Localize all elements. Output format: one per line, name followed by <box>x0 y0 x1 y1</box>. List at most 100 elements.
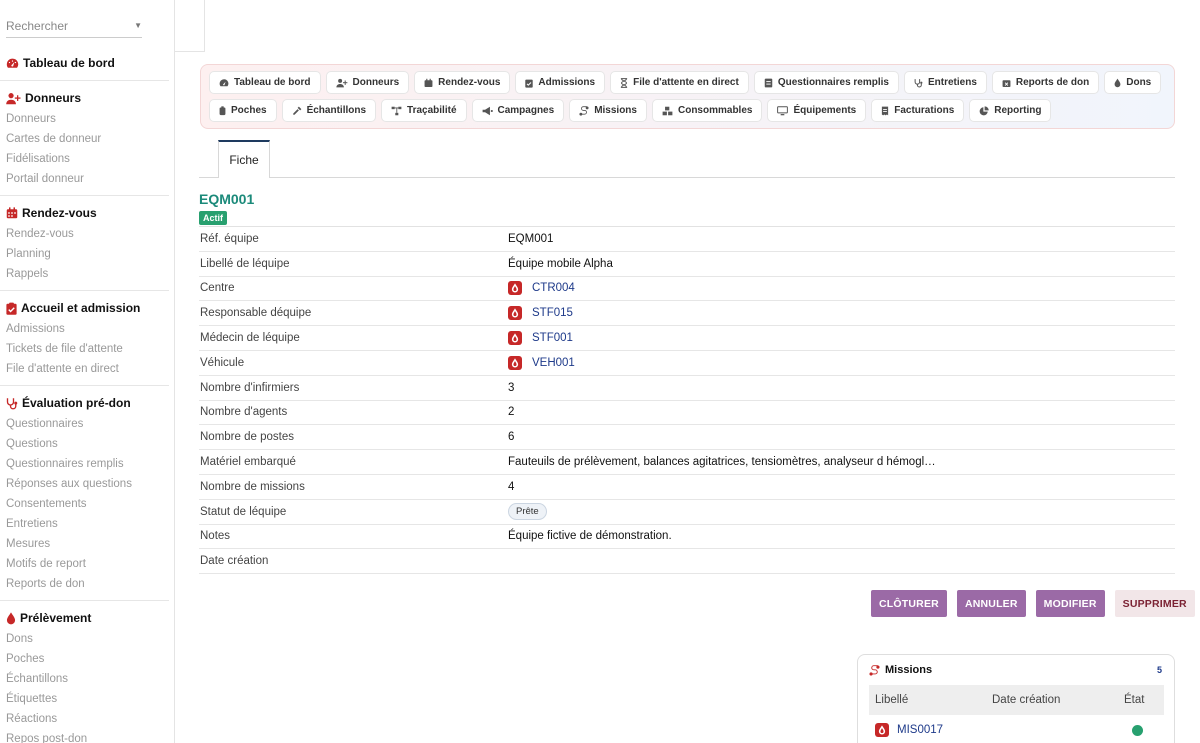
toolbar-button-tracabilite[interactable]: Traçabilité <box>381 99 467 122</box>
toolbar-button-entretiens[interactable]: Entretiens <box>903 71 987 94</box>
sitemap-icon <box>391 106 402 115</box>
toolbar-button-reports-de-don[interactable]: Reports de don <box>991 71 1100 94</box>
sidebar-item-rendez-vous[interactable]: Rendez-vous <box>0 224 174 244</box>
toolbar-button-reporting[interactable]: Reporting <box>969 99 1052 122</box>
status-pill: Prête <box>508 503 547 521</box>
toolbar-button-label: Admissions <box>538 77 596 88</box>
sidebar-item-fidelisations[interactable]: Fidélisations <box>0 149 174 169</box>
sidebar-item-motifs-de-report[interactable]: Motifs de report <box>0 554 174 574</box>
sidebar-item-reponses[interactable]: Réponses aux questions <box>0 474 174 494</box>
field-label: Nombre d'infirmiers <box>200 381 300 394</box>
stethoscope-icon <box>914 78 923 87</box>
toolbar-button-dons[interactable]: Dons <box>1104 71 1162 94</box>
column-header-date-creation[interactable]: Date création <box>992 694 1124 706</box>
toolbar-button-consommables[interactable]: Consommables <box>651 99 763 122</box>
search-select[interactable]: Rechercher ▼ <box>6 14 142 38</box>
modifier-button[interactable]: MODIFIER <box>1035 590 1105 617</box>
reference-link[interactable]: STF001 <box>532 332 573 344</box>
detail-row-infirmiers: Nombre d'infirmiers 3 <box>199 376 1175 401</box>
pie-chart-icon <box>979 105 989 115</box>
sidebar-item-questionnaires[interactable]: Questionnaires <box>0 414 174 434</box>
table-row[interactable]: MIS0017 <box>869 719 1164 741</box>
cloturer-button[interactable]: CLÔTURER <box>871 590 947 617</box>
user-plus-icon <box>6 92 21 104</box>
sidebar-item-poches[interactable]: Poches <box>0 649 174 669</box>
field-label: Nombre d'agents <box>200 406 288 419</box>
sidebar-item-etiquettes[interactable]: Étiquettes <box>0 689 174 709</box>
column-header-libelle[interactable]: Libellé <box>869 694 992 706</box>
toolbar-button-missions[interactable]: Missions <box>569 99 647 122</box>
reference-link[interactable]: STF015 <box>532 307 573 319</box>
toolbar-button-label: Reporting <box>994 105 1042 116</box>
toolbar-button-questionnaires-remplis[interactable]: Questionnaires remplis <box>753 71 899 94</box>
sidebar-item-echantillons[interactable]: Échantillons <box>0 669 174 689</box>
chevron-down-icon[interactable]: ▼ <box>134 21 142 30</box>
record-details: Réf. équipe EQM001 Libellé de léquipe Équi… <box>199 226 1175 575</box>
sidebar-section-rendez-vous[interactable]: Rendez-vous <box>0 202 174 224</box>
sidebar-item-reports-de-don[interactable]: Reports de don <box>0 574 174 594</box>
sidebar-item-tickets[interactable]: Tickets de file d'attente <box>0 339 174 359</box>
toolbar-button-label: Échantillons <box>306 105 367 116</box>
field-value: Prête <box>508 503 1175 521</box>
field-value: Fauteuils de prélèvement, balances agita… <box>508 456 936 469</box>
mission-link[interactable]: MIS0017 <box>897 724 943 736</box>
card-title: Missions <box>869 664 932 676</box>
toolbar-button-label: Poches <box>231 105 267 116</box>
toolbar-button-rendez-vous[interactable]: Rendez-vous <box>414 71 511 94</box>
sidebar-item-questions[interactable]: Questions <box>0 434 174 454</box>
toolbar-button-admissions[interactable]: Admissions <box>515 71 606 94</box>
sidebar-item-donneurs[interactable]: Donneurs <box>0 109 174 129</box>
toolbar-button-label: Facturations <box>894 105 955 116</box>
sidebar-item-file-attente[interactable]: File d'attente en direct <box>0 359 174 379</box>
sidebar-item-entretiens[interactable]: Entretiens <box>0 514 174 534</box>
sidebar-section-evaluation[interactable]: Évaluation pré-don <box>0 392 174 414</box>
sidebar-section-donneurs[interactable]: Donneurs <box>0 87 174 109</box>
toolbar-button-equipements[interactable]: Équipements <box>767 99 867 122</box>
toolbar-button-facturations[interactable]: Facturations <box>871 99 965 122</box>
toolbar-button-poches[interactable]: Poches <box>209 99 277 122</box>
toolbar-button-label: Consommables <box>677 105 753 116</box>
toolbar-button-file-attente[interactable]: File d'attente en direct <box>610 71 749 94</box>
route-icon <box>869 664 880 676</box>
column-header-etat[interactable]: État <box>1124 694 1164 706</box>
count-badge: 5 <box>1156 665 1162 675</box>
tab-fiche[interactable]: Fiche <box>218 140 270 178</box>
sidebar-item-cartes-de-donneur[interactable]: Cartes de donneur <box>0 129 174 149</box>
field-label: Nombre de missions <box>200 480 305 493</box>
sidebar-item-rappels[interactable]: Rappels <box>0 264 174 284</box>
supprimer-button[interactable]: SUPPRIMER <box>1114 590 1195 617</box>
annuler-button[interactable]: ANNULER <box>956 590 1026 617</box>
sidebar-item-planning[interactable]: Planning <box>0 244 174 264</box>
sidebar-section-prelevement[interactable]: Prélèvement <box>0 607 174 629</box>
quick-access-toolbar: Tableau de bord Donneurs Rendez-vous Adm… <box>200 64 1175 129</box>
hourglass-icon <box>620 77 628 88</box>
sidebar-item-admissions[interactable]: Admissions <box>0 319 174 339</box>
field-label: Date création <box>200 555 269 568</box>
stethoscope-icon <box>6 397 18 409</box>
sidebar-item-questionnaires-remplis[interactable]: Questionnaires remplis <box>0 454 174 474</box>
sidebar-item-dons[interactable]: Dons <box>0 629 174 649</box>
toolbar-button-tableau-de-bord[interactable]: Tableau de bord <box>209 71 321 94</box>
reference-link[interactable]: CTR004 <box>532 282 575 294</box>
sidebar-section-label: Évaluation pré-don <box>22 396 131 410</box>
detail-row-medecin: Médecin de léquipe STF001 <box>199 326 1175 351</box>
sidebar-item-mesures[interactable]: Mesures <box>0 534 174 554</box>
clipboard-check-icon <box>6 302 17 315</box>
sidebar-section-tableau-de-bord[interactable]: Tableau de bord <box>0 52 174 74</box>
detail-row-notes: Notes Équipe fictive de démonstration. <box>199 525 1175 550</box>
search-placeholder: Rechercher <box>6 18 69 33</box>
sidebar-item-portail-donneur[interactable]: Portail donneur <box>0 169 174 189</box>
sidebar-item-consentements[interactable]: Consentements <box>0 494 174 514</box>
toolbar-button-label: Traçabilité <box>407 105 457 116</box>
toolbar-button-campagnes[interactable]: Campagnes <box>471 99 565 122</box>
toolbar-button-donneurs[interactable]: Donneurs <box>325 71 410 94</box>
reference-link[interactable]: VEH001 <box>532 357 575 369</box>
sidebar-item-reactions[interactable]: Réactions <box>0 709 174 729</box>
detail-row-centre: Centre CTR004 <box>199 277 1175 302</box>
sidebar-section-accueil[interactable]: Accueil et admission <box>0 297 174 319</box>
state-dot <box>1132 724 1143 736</box>
sidebar-item-repos-post-don[interactable]: Repos post-don <box>0 729 174 743</box>
toolbar-button-label: Rendez-vous <box>438 77 501 88</box>
sidebar-section-label: Accueil et admission <box>21 301 141 315</box>
toolbar-button-echantillons[interactable]: Échantillons <box>281 99 377 122</box>
